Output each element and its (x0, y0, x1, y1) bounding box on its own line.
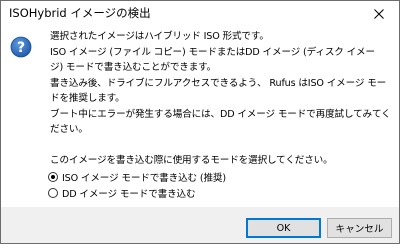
message-line: ブート中にエラーが発生する場合には、DD イメージ モードで再度試してみてく (50, 108, 391, 120)
close-button[interactable] (359, 1, 399, 27)
mode-prompt: このイメージを書き込む際に使用するモードを選択してください。 (50, 154, 333, 166)
window-title: ISOHybrid イメージの検出 (9, 6, 151, 20)
button-bar: OK キャンセル (1, 207, 399, 243)
message-line: ISO イメージ (ファイル コピー) モードまたはDD イメージ (ディスク … (50, 46, 375, 58)
radio-button-dd[interactable] (48, 188, 58, 198)
radio-label-dd: DD イメージ モードで書き込む (62, 189, 196, 200)
message-line: ださい。 (50, 124, 88, 135)
rufus-dialog: ISOHybrid イメージの検出 ? 選択されたイメージはハイブリッド ISO… (0, 0, 400, 244)
message-line: ジ) モードで書き込むことができます。 (50, 62, 217, 73)
close-icon (374, 9, 384, 19)
title-bar: ISOHybrid イメージの検出 (1, 1, 399, 27)
message-line: 書き込み後、ドライブにフルアクセスできるよう、 Rufus はISO イメージ … (50, 77, 387, 89)
message-line: ドを推奨します。 (50, 93, 125, 104)
cancel-button[interactable]: キャンセル (327, 218, 392, 238)
ok-button[interactable]: OK (246, 218, 321, 238)
radio-label-iso: ISO イメージ モードで書き込む (推奨) (62, 173, 226, 184)
message-line: 選択されたイメージはハイブリッド ISO 形式です。 (50, 31, 269, 42)
radio-option-iso[interactable]: ISO イメージ モードで書き込む (推奨) (48, 169, 226, 185)
question-icon: ? (10, 36, 32, 58)
svg-text:?: ? (17, 40, 25, 56)
radio-option-dd[interactable]: DD イメージ モードで書き込む (48, 185, 196, 201)
message-area: 選択されたイメージはハイブリッド ISO 形式です。 ISO イメージ (ファイ… (50, 29, 392, 168)
radio-button-iso[interactable] (48, 172, 58, 182)
